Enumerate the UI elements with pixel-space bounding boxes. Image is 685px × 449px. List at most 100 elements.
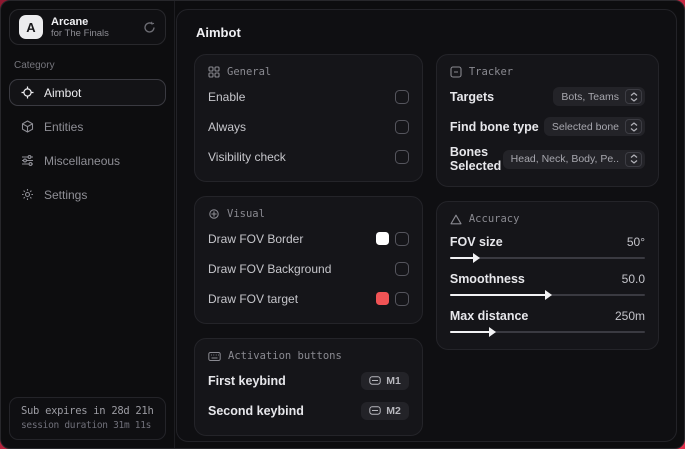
- enable-checkbox[interactable]: [394, 89, 409, 104]
- sidebar-item-label: Miscellaneous: [44, 153, 121, 168]
- desktop-backdrop: A Arcane for The Finals Category Aimbot: [0, 0, 685, 449]
- smoothness-slider[interactable]: [449, 290, 645, 300]
- sidebar-item-label: Entities: [44, 119, 84, 134]
- always-checkbox[interactable]: [394, 119, 409, 134]
- subscription-info: Sub expires in 28d 21h session duration …: [9, 397, 166, 440]
- setting-row: Draw FOV target: [208, 287, 409, 310]
- setting-row: Visibility check: [208, 145, 409, 168]
- setting-row: Enable: [208, 85, 409, 108]
- setting-label: Visibility check: [208, 149, 286, 164]
- dropdown-value: Head, Neck, Body, Pe..: [510, 153, 619, 165]
- app-subtitle: for The Finals: [51, 27, 109, 39]
- max-distance-value: 250m: [614, 309, 645, 323]
- targets-dropdown[interactable]: Bots, Teams: [553, 87, 645, 106]
- sidebar-item-label: Settings: [44, 187, 88, 202]
- setting-label: Max distance: [449, 309, 529, 323]
- cube-icon: [21, 120, 34, 133]
- setting-row: FOV size 50°: [449, 235, 645, 263]
- sidebar: A Arcane for The Finals Category Aimbot: [1, 1, 175, 448]
- focus-icon: [209, 209, 219, 219]
- smoothness-value: 50.0: [621, 272, 645, 286]
- card-title: Visual: [227, 208, 265, 220]
- category-label: Category: [14, 60, 55, 71]
- card-title: General: [227, 66, 272, 78]
- keybind-value: M1: [386, 374, 401, 387]
- setting-row: Max distance 250m: [449, 309, 645, 337]
- setting-label: Draw FOV target: [208, 291, 299, 306]
- app-title-block: Arcane for The Finals: [51, 16, 109, 39]
- app-header: A Arcane for The Finals: [9, 9, 166, 45]
- mouse-icon: [369, 376, 381, 385]
- setting-row: Smoothness 50.0: [449, 272, 645, 300]
- setting-row: Targets Bots, Teams: [450, 85, 645, 108]
- find-bone-type-dropdown[interactable]: Selected bone: [543, 117, 645, 136]
- app-name: Arcane: [51, 15, 89, 28]
- dropdown-value: Selected bone: [551, 120, 619, 133]
- slider-thumb[interactable]: [488, 327, 496, 337]
- tracker-card: Tracker Targets Bots, Teams Find bone ty…: [435, 54, 659, 187]
- draw-fov-border-checkbox[interactable]: [394, 231, 409, 246]
- keyboard-icon: [208, 351, 221, 361]
- setting-label: Draw FOV Border: [208, 231, 304, 246]
- first-keybind-button[interactable]: M1: [361, 371, 409, 390]
- bones-selected-dropdown[interactable]: Head, Neck, Body, Pe..: [502, 149, 645, 169]
- setting-label: Bones Selected: [449, 145, 502, 173]
- card-title: Tracker: [468, 66, 514, 78]
- sidebar-item-aimbot[interactable]: Aimbot: [9, 79, 166, 106]
- sidebar-item-label: Aimbot: [44, 85, 82, 100]
- setting-row: Draw FOV Background: [208, 257, 409, 280]
- setting-label: Draw FOV Background: [208, 261, 332, 276]
- setting-row: Second keybind M2: [208, 399, 409, 422]
- setting-label: Enable: [208, 89, 246, 104]
- draw-fov-target-checkbox[interactable]: [394, 291, 409, 306]
- sub-expiry-text: Sub expires in 28d 21h: [21, 405, 154, 417]
- slider-thumb[interactable]: [545, 290, 553, 300]
- setting-row: First keybind M1: [208, 369, 409, 392]
- fov-size-slider[interactable]: [449, 253, 645, 263]
- general-card: General Enable Always Visibility check: [194, 54, 423, 182]
- draw-fov-background-checkbox[interactable]: [394, 261, 409, 276]
- setting-label: Smoothness: [449, 272, 525, 286]
- card-title: Accuracy: [468, 213, 520, 225]
- setting-label: Always: [208, 119, 247, 134]
- chevrons-up-down-icon: [625, 89, 642, 104]
- accuracy-card: Accuracy FOV size 50° Smoothness 50.0 Ma…: [435, 201, 659, 350]
- setting-label: Targets: [449, 89, 495, 104]
- grid-icon: [208, 66, 220, 78]
- chevrons-up-down-icon: [625, 119, 642, 134]
- setting-label: Find bone type: [449, 119, 539, 134]
- setting-label: First keybind: [208, 373, 286, 388]
- visual-card: Visual Draw FOV Border Draw FOV Backgrou…: [194, 196, 423, 324]
- sidebar-item-settings[interactable]: Settings: [9, 181, 166, 208]
- fov-border-color-swatch[interactable]: [375, 232, 389, 245]
- fov-target-color-swatch[interactable]: [375, 292, 389, 305]
- sidebar-item-miscellaneous[interactable]: Miscellaneous: [9, 147, 166, 174]
- max-distance-slider[interactable]: [449, 327, 645, 337]
- dropdown-value: Bots, Teams: [561, 90, 619, 103]
- keybind-value: M2: [386, 404, 401, 417]
- setting-label: FOV size: [449, 235, 503, 249]
- setting-label: Second keybind: [208, 403, 304, 418]
- setting-row: Draw FOV Border: [208, 227, 409, 250]
- chevrons-up-down-icon: [625, 151, 642, 167]
- app-logo: A: [19, 15, 43, 39]
- fov-size-value: 50°: [626, 235, 645, 249]
- mouse-icon: [369, 406, 381, 415]
- activation-card: Activation buttons First keybind M1 Seco…: [194, 338, 423, 436]
- visibility-check-checkbox[interactable]: [394, 149, 409, 164]
- crosshair-icon: [21, 86, 34, 99]
- main-panel: Aimbot General Enable Always Visibility …: [176, 9, 677, 442]
- second-keybind-button[interactable]: M2: [361, 401, 409, 420]
- sync-icon[interactable]: [143, 21, 156, 34]
- square-minus-icon: [450, 66, 462, 78]
- setting-row: Bones Selected Head, Neck, Body, Pe..: [450, 145, 645, 173]
- setting-row: Find bone type Selected bone: [450, 115, 645, 138]
- page-title: Aimbot: [196, 25, 241, 40]
- triangle-icon: [450, 214, 462, 224]
- slider-thumb[interactable]: [473, 253, 481, 263]
- gear-icon: [22, 189, 33, 200]
- sidebar-item-entities[interactable]: Entities: [9, 113, 166, 140]
- sliders-icon: [22, 155, 33, 166]
- app-window: A Arcane for The Finals Category Aimbot: [0, 0, 685, 449]
- setting-row: Always: [208, 115, 409, 138]
